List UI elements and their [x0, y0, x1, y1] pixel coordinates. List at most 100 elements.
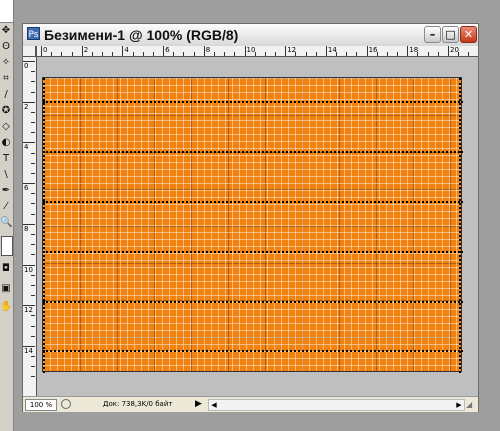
ruler-tick [285, 46, 287, 56]
ruler-origin[interactable] [23, 46, 36, 57]
selection-line [43, 251, 463, 253]
selection-line [43, 201, 463, 203]
eraser-tool-icon[interactable]: ◇ [0, 120, 12, 134]
ruler-minor-tick [31, 233, 35, 235]
close-button[interactable]: ✕ [460, 26, 477, 43]
status-info-icon[interactable] [61, 399, 71, 409]
ruler-minor-tick [346, 52, 348, 56]
scroll-left-icon[interactable]: ◀ [209, 400, 219, 410]
zoom-tool-icon[interactable]: 🔍 [0, 216, 12, 230]
selection-line [43, 301, 463, 303]
lasso-tool-icon[interactable]: ʘ [0, 40, 12, 54]
ruler-minor-tick [31, 335, 35, 337]
ruler-label: 12 [24, 306, 33, 315]
ruler-minor-tick [31, 213, 35, 215]
ruler-minor-tick [264, 52, 266, 56]
line-tool-icon[interactable]: \ [0, 168, 12, 182]
pen-tool-icon[interactable]: ✒ [0, 184, 12, 198]
ruler-label: 2 [83, 46, 89, 54]
quickmask-icon[interactable]: ◘ [0, 262, 12, 276]
magic-wand-tool-icon[interactable]: ✧ [0, 56, 12, 70]
ruler-minor-tick [31, 376, 35, 378]
ruler-tick [325, 46, 327, 56]
ruler-label: 14 [24, 346, 33, 355]
ruler-minor-tick [51, 52, 53, 56]
ruler-minor-tick [336, 52, 338, 56]
ruler-tick [448, 46, 449, 56]
move-tool-icon[interactable]: ✥ [0, 24, 12, 38]
status-menu-arrow-icon[interactable]: ▶ [195, 398, 202, 410]
ruler-minor-tick [458, 52, 460, 56]
ruler-minor-tick [31, 244, 35, 246]
ruler-tick [407, 46, 409, 56]
ruler-minor-tick [91, 52, 93, 56]
ruler-minor-tick [183, 52, 185, 56]
ruler-minor-tick [213, 52, 215, 56]
ruler-minor-tick [31, 284, 35, 286]
ruler-minor-tick [224, 52, 226, 56]
ruler-tick [122, 46, 124, 56]
ruler-minor-tick [31, 356, 35, 358]
photoshop-doc-icon: Ps [27, 27, 40, 40]
jump-to-icon[interactable]: ✋ [0, 300, 12, 314]
palette-header [0, 0, 13, 23]
screen-mode-icon[interactable]: ▣ [0, 282, 12, 296]
ruler-label: 4 [24, 143, 29, 152]
close-icon: ✕ [463, 28, 474, 41]
ruler-minor-tick [31, 162, 35, 164]
title-bar[interactable]: Ps Безимени-1 @ 100% (RGB/8) – □ ✕ [23, 24, 478, 47]
ruler-minor-tick [31, 315, 35, 317]
maximize-button[interactable]: □ [442, 26, 459, 43]
image-canvas[interactable] [42, 77, 463, 373]
ruler-minor-tick [31, 254, 35, 256]
crop-tool-icon[interactable]: ⌗ [0, 72, 12, 86]
ruler-label: 2 [24, 102, 29, 111]
minimize-button[interactable]: – [424, 26, 441, 43]
ruler-minor-tick [112, 52, 114, 56]
ruler-label: 6 [165, 46, 170, 54]
ruler-tick [366, 46, 368, 56]
ruler-tick [41, 46, 42, 56]
ruler-minor-tick [437, 52, 439, 56]
ruler-minor-tick [295, 52, 297, 56]
type-tool-icon[interactable]: T [0, 152, 12, 166]
ruler-minor-tick [132, 52, 134, 56]
ruler-minor-tick [31, 295, 35, 297]
ruler-minor-tick [193, 52, 195, 56]
selection-edge [459, 78, 461, 373]
ruler-minor-tick [254, 52, 256, 56]
ruler-minor-tick [31, 366, 35, 368]
ruler-minor-tick [417, 52, 419, 56]
selection-edge [43, 78, 45, 373]
ruler-tick [163, 46, 165, 56]
gradient-tool-icon[interactable]: ◐ [0, 136, 12, 150]
ruler-minor-tick [31, 193, 35, 195]
ruler-label: 10 [24, 265, 33, 274]
zoom-field[interactable]: 100 % [25, 399, 57, 411]
ruler-minor-tick [386, 52, 388, 56]
horizontal-scrollbar[interactable]: ◀ ▶ [208, 399, 465, 411]
eyedropper-tool-icon[interactable]: ⁄ [0, 200, 12, 214]
selection-line [43, 101, 463, 103]
brush-tool-icon[interactable]: / [0, 88, 12, 102]
canvas-area [37, 57, 478, 396]
ruler-tick [203, 46, 205, 56]
ruler-minor-tick [71, 52, 73, 56]
ruler-minor-tick [468, 52, 470, 56]
vertical-ruler[interactable]: 0 2 4 6 8 10 12 14 [23, 46, 37, 396]
ruler-label: 8 [205, 46, 211, 54]
ruler-label: 8 [24, 224, 29, 233]
ruler-minor-tick [305, 52, 307, 56]
ruler-minor-tick [356, 52, 358, 56]
scroll-right-icon[interactable]: ▶ [454, 400, 464, 410]
stamp-tool-icon[interactable]: ✪ [0, 104, 12, 118]
ruler-minor-tick [142, 52, 144, 56]
ruler-minor-tick [275, 52, 277, 56]
resize-grip-icon[interactable]: ◢ [466, 400, 476, 410]
tools-palette: ✥ ʘ ✧ ⌗ / ✪ ◇ ◐ T \ ✒ ⁄ 🔍 ◘ ▣ ✋ [0, 0, 14, 431]
ruler-minor-tick [31, 81, 35, 83]
horizontal-ruler[interactable]: 0 2 4 6 8 10 12 14 16 18 20 [36, 46, 478, 57]
ruler-minor-tick [31, 71, 35, 73]
window-title: Безимени-1 @ 100% (RGB/8) [44, 27, 239, 43]
color-swatch[interactable] [1, 236, 13, 256]
